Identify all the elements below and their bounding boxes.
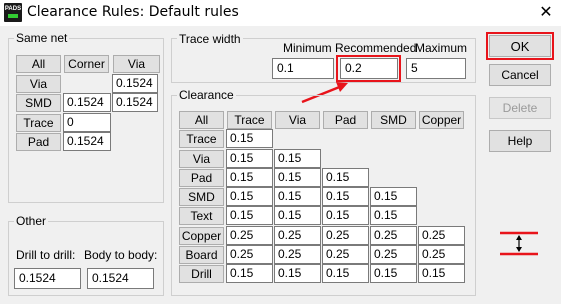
cancel-button[interactable]: Cancel [489, 64, 551, 86]
clearance-column-trace[interactable]: Trace [227, 111, 272, 129]
drill-to-drill-input[interactable]: 0.1524 [14, 268, 81, 289]
clearance-cell[interactable]: 0.25 [226, 226, 273, 245]
minimum-label: Minimum [283, 41, 332, 55]
clearance-cell[interactable]: 0.15 [274, 149, 321, 168]
clearance-cell[interactable]: 0.15 [226, 129, 273, 148]
clearance-cell[interactable]: 0.25 [322, 226, 369, 245]
clearance-cell[interactable]: 0.15 [274, 264, 321, 283]
same-net-smd-corner-cell[interactable]: 0.1524 [63, 93, 111, 112]
same-net-corner-button[interactable]: Corner [64, 55, 109, 73]
same-net-row-via[interactable]: Via [16, 75, 61, 93]
same-net-pad-corner-cell[interactable]: 0.1524 [63, 132, 111, 151]
window-title: Clearance Rules: Default rules [27, 4, 239, 20]
same-net-smd-via-cell[interactable]: 0.1524 [112, 93, 158, 112]
clearance-column-pad[interactable]: Pad [323, 111, 368, 129]
clearance-row-text[interactable]: Text [179, 207, 224, 225]
clearance-row-trace[interactable]: Trace [179, 130, 224, 148]
trace-width-title: Trace width [177, 32, 243, 46]
clearance-indicator-icon [500, 231, 538, 256]
clearance-row-via[interactable]: Via [179, 150, 224, 168]
clearance-cell[interactable]: 0.15 [322, 206, 369, 225]
clearance-cell[interactable]: 0.25 [274, 245, 321, 264]
clearance-cell[interactable]: 0.15 [226, 264, 273, 283]
clearance-cell[interactable]: 0.25 [226, 245, 273, 264]
clearance-row-smd[interactable]: SMD [179, 188, 224, 206]
clearance-cell[interactable]: 0.15 [274, 187, 321, 206]
clearance-cell[interactable]: 0.25 [418, 226, 465, 245]
clearance-all-button[interactable]: All [179, 111, 224, 129]
body-to-body-input[interactable]: 0.1524 [87, 268, 154, 289]
clearance-column-via[interactable]: Via [275, 111, 320, 129]
clearance-cell[interactable]: 0.15 [370, 206, 417, 225]
app-icon: PADS [4, 3, 22, 22]
other-title: Other [14, 214, 49, 228]
clearance-cell[interactable]: 0.25 [322, 245, 369, 264]
clearance-row-drill[interactable]: Drill [179, 265, 224, 283]
same-net-trace-corner-cell[interactable]: 0 [63, 113, 111, 132]
clearance-column-copper[interactable]: Copper [419, 111, 464, 129]
clearance-cell[interactable]: 0.15 [322, 264, 369, 283]
clearance-cell[interactable]: 0.15 [226, 149, 273, 168]
clearance-cell[interactable]: 0.15 [226, 168, 273, 187]
clearance-cell[interactable]: 0.15 [418, 264, 465, 283]
delete-button[interactable]: Delete [489, 97, 551, 119]
maximum-width-input[interactable]: 5 [406, 58, 466, 79]
ok-highlight [486, 32, 554, 60]
clearance-cell[interactable]: 0.15 [226, 187, 273, 206]
clearance-column-smd[interactable]: SMD [371, 111, 416, 129]
same-net-row-trace[interactable]: Trace [16, 114, 61, 132]
help-button[interactable]: Help [489, 130, 551, 152]
body-to-body-label: Body to body: [84, 248, 158, 262]
title-bar: PADS Clearance Rules: Default rules ✕ [0, 0, 561, 26]
same-net-row-pad[interactable]: Pad [16, 133, 61, 151]
same-net-all-button[interactable]: All [16, 55, 61, 73]
clearance-row-board[interactable]: Board [179, 246, 224, 264]
clearance-cell[interactable]: 0.15 [226, 206, 273, 225]
clearance-cell[interactable]: 0.25 [418, 245, 465, 264]
same-net-via-button[interactable]: Via [113, 55, 160, 73]
maximum-label: Maximum [415, 41, 468, 55]
clearance-cell[interactable]: 0.25 [274, 226, 321, 245]
clearance-cell[interactable]: 0.15 [274, 206, 321, 225]
clearance-cell[interactable]: 0.25 [370, 226, 417, 245]
drill-to-drill-label: Drill to drill: [16, 248, 76, 262]
close-icon[interactable]: ✕ [536, 2, 556, 22]
clearance-cell[interactable]: 0.15 [370, 264, 417, 283]
clearance-cell[interactable]: 0.15 [274, 168, 321, 187]
clearance-title: Clearance [177, 88, 236, 102]
recommended-label: Recommended [335, 41, 417, 55]
same-net-via-via-cell[interactable]: 0.1524 [112, 74, 158, 93]
clearance-cell[interactable]: 0.15 [322, 187, 369, 206]
same-net-row-smd[interactable]: SMD [16, 94, 61, 112]
minimum-width-input[interactable]: 0.1 [272, 58, 334, 79]
clearance-row-pad[interactable]: Pad [179, 169, 224, 187]
app-icon-text: PADS [4, 6, 22, 12]
same-net-title: Same net [14, 31, 70, 45]
clearance-cell[interactable]: 0.15 [370, 187, 417, 206]
clearance-cell[interactable]: 0.25 [370, 245, 417, 264]
clearance-row-copper[interactable]: Copper [179, 227, 224, 245]
clearance-cell[interactable]: 0.15 [322, 168, 369, 187]
